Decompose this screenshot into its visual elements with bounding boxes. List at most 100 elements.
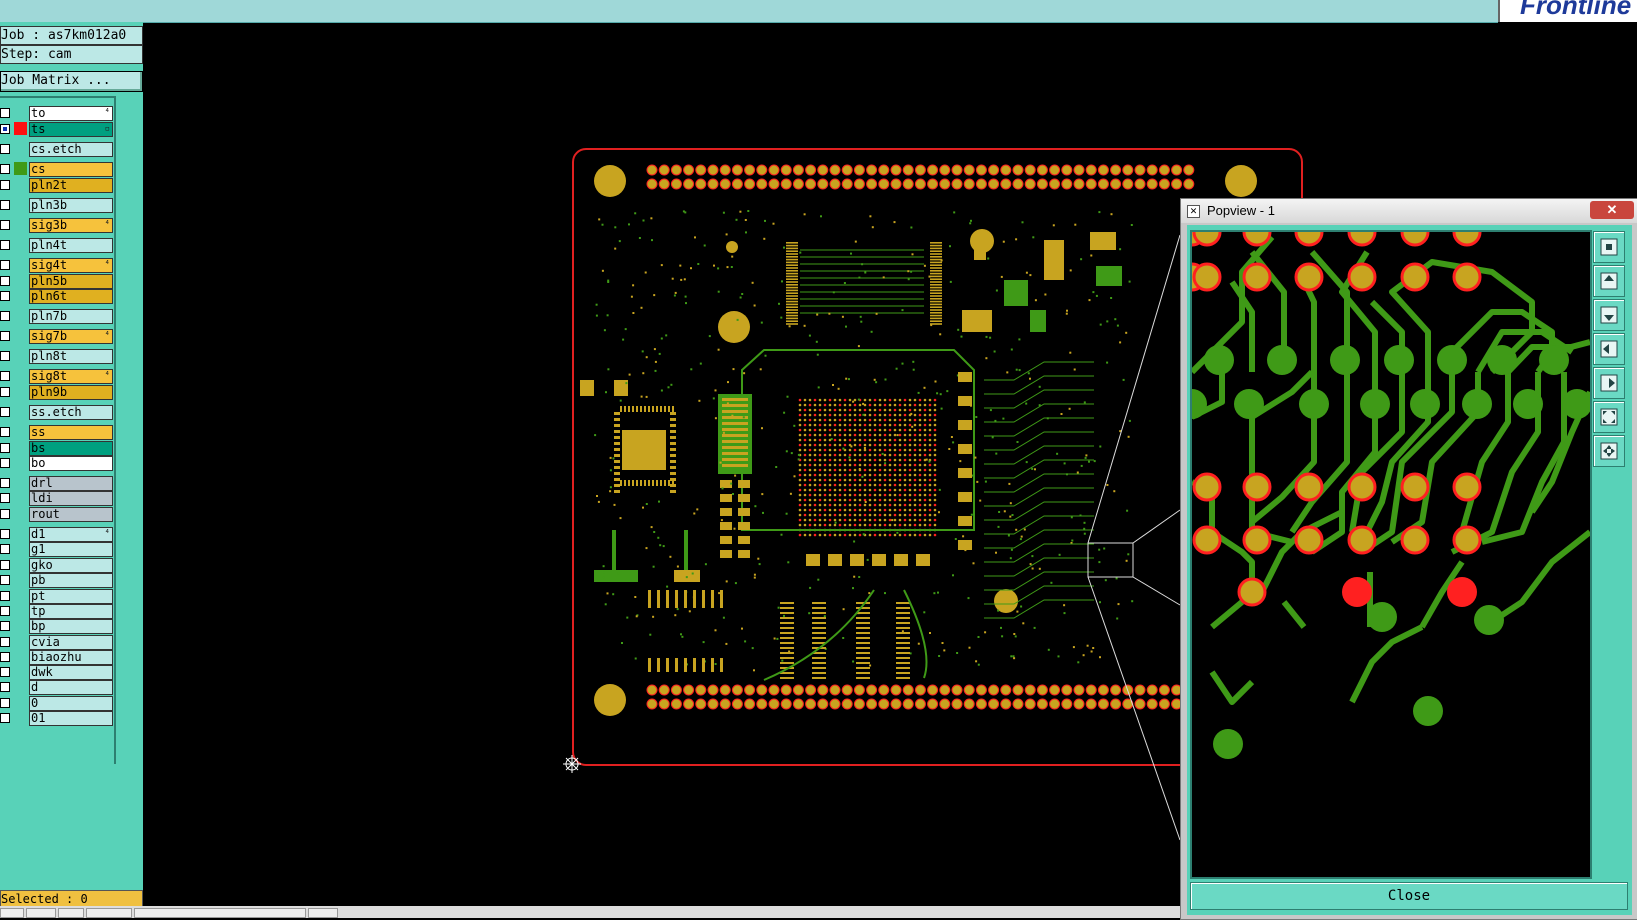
layer-checkbox[interactable] xyxy=(0,698,10,708)
layer-row[interactable]: gko xyxy=(0,558,114,573)
layer-row[interactable]: pln6t xyxy=(0,289,114,304)
layer-color-swatch[interactable] xyxy=(14,122,27,135)
layer-name[interactable]: pb xyxy=(29,573,113,588)
layer-name[interactable]: drl xyxy=(29,476,113,491)
layer-name[interactable]: bs xyxy=(29,441,113,456)
layer-name[interactable]: d1 ⁴ xyxy=(29,527,113,542)
layer-checkbox[interactable] xyxy=(0,621,10,631)
layer-checkbox[interactable] xyxy=(0,371,10,381)
layer-name[interactable]: d xyxy=(29,680,113,695)
layer-name[interactable]: rout xyxy=(29,507,113,522)
layer-row[interactable]: sig3b ⁴ xyxy=(0,218,114,233)
layer-checkbox[interactable] xyxy=(0,200,10,210)
layer-checkbox[interactable] xyxy=(0,291,10,301)
layer-row[interactable]: cs.etch xyxy=(0,142,114,157)
layer-checkbox[interactable] xyxy=(0,331,10,341)
layer-row[interactable]: pln4t xyxy=(0,238,114,253)
layer-row[interactable]: pb xyxy=(0,573,114,588)
layer-checkbox[interactable] xyxy=(0,108,10,118)
layer-row[interactable]: 01 xyxy=(0,711,114,726)
job-matrix-button[interactable]: Job Matrix ... xyxy=(0,71,143,92)
layer-checkbox[interactable] xyxy=(0,351,10,361)
layer-checkbox[interactable] xyxy=(0,240,10,250)
layer-checkbox[interactable] xyxy=(0,667,10,677)
layer-name[interactable]: ldi xyxy=(29,491,113,506)
layer-name[interactable]: pln8t xyxy=(29,349,113,364)
pan-up-button[interactable] xyxy=(1593,265,1625,297)
layer-checkbox[interactable] xyxy=(0,311,10,321)
layer-name[interactable]: pln5b xyxy=(29,274,113,289)
layer-row[interactable]: pln8t xyxy=(0,349,114,364)
layer-row[interactable]: sig4t ⁴ xyxy=(0,258,114,273)
layer-row[interactable]: drl xyxy=(0,476,114,491)
layer-name[interactable]: sig7b ⁴ xyxy=(29,329,113,344)
layer-checkbox[interactable] xyxy=(0,575,10,585)
layer-name[interactable]: g1 xyxy=(29,542,113,557)
layer-name[interactable]: sig8t ⁴ xyxy=(29,369,113,384)
layer-checkbox[interactable] xyxy=(0,560,10,570)
layer-checkbox[interactable] xyxy=(0,387,10,397)
zoom-fit-button[interactable] xyxy=(1593,231,1625,263)
layer-checkbox[interactable] xyxy=(0,682,10,692)
layer-checkbox[interactable] xyxy=(0,606,10,616)
layer-name[interactable]: cs xyxy=(29,162,113,177)
layer-checkbox[interactable] xyxy=(0,509,10,519)
layer-row[interactable]: tp xyxy=(0,604,114,619)
layer-name[interactable]: 01 xyxy=(29,711,113,726)
layer-name[interactable]: pln4t xyxy=(29,238,113,253)
layer-row[interactable]: g1 xyxy=(0,542,114,557)
popview-titlebar[interactable]: ✕ Popview - 1 ✕ xyxy=(1181,199,1637,223)
layer-row[interactable]: cvia xyxy=(0,635,114,650)
layer-name[interactable]: pt xyxy=(29,589,113,604)
layer-checkbox[interactable] xyxy=(0,276,10,286)
layer-name[interactable]: pln2t xyxy=(29,178,113,193)
popview-zoom-canvas[interactable] xyxy=(1190,230,1592,879)
layer-row[interactable]: sig8t ⁴ xyxy=(0,369,114,384)
layer-name[interactable]: gko xyxy=(29,558,113,573)
layer-row[interactable]: ss xyxy=(0,425,114,440)
layer-row[interactable]: pln3b xyxy=(0,198,114,213)
pan-right-button[interactable] xyxy=(1593,367,1625,399)
layer-name[interactable]: ts ▫ xyxy=(29,122,113,137)
pan-down-button[interactable] xyxy=(1593,299,1625,331)
layer-checkbox[interactable] xyxy=(0,443,10,453)
layer-row[interactable]: sig7b ⁴ xyxy=(0,329,114,344)
layer-checkbox[interactable] xyxy=(0,427,10,437)
layer-name[interactable]: biaozhu xyxy=(29,650,113,665)
layer-checkbox[interactable] xyxy=(0,260,10,270)
layer-row[interactable]: bs xyxy=(0,441,114,456)
layer-checkbox[interactable] xyxy=(0,478,10,488)
layer-name[interactable]: to ⁴ xyxy=(29,106,113,121)
layer-checkbox[interactable] xyxy=(0,458,10,468)
close-icon[interactable]: ✕ xyxy=(1590,201,1634,219)
layer-row[interactable]: d xyxy=(0,680,114,695)
layer-checkbox[interactable] xyxy=(0,124,10,134)
layer-checkbox[interactable] xyxy=(0,180,10,190)
layer-row[interactable]: biaozhu xyxy=(0,650,114,665)
layer-name[interactable]: pln7b xyxy=(29,309,113,324)
layer-row[interactable]: bp xyxy=(0,619,114,634)
layer-checkbox[interactable] xyxy=(0,529,10,539)
pan-left-button[interactable] xyxy=(1593,333,1625,365)
layer-name[interactable]: pln6t xyxy=(29,289,113,304)
layer-checkbox[interactable] xyxy=(0,713,10,723)
layer-name[interactable]: 0 xyxy=(29,696,113,711)
layer-row[interactable]: to ⁴ xyxy=(0,106,114,121)
layer-name[interactable]: sig4t ⁴ xyxy=(29,258,113,273)
layer-checkbox[interactable] xyxy=(0,637,10,647)
layer-name[interactable]: cvia xyxy=(29,635,113,650)
layer-name[interactable]: ss.etch xyxy=(29,405,113,420)
layer-row[interactable]: pln9b xyxy=(0,385,114,400)
layer-row[interactable]: dwk xyxy=(0,665,114,680)
close-button[interactable]: Close xyxy=(1190,882,1628,910)
layer-name[interactable]: bo xyxy=(29,456,113,471)
menu-bar[interactable] xyxy=(0,0,1498,23)
layer-checkbox[interactable] xyxy=(0,652,10,662)
layer-checkbox[interactable] xyxy=(0,164,10,174)
layer-color-swatch[interactable] xyxy=(14,162,27,175)
layer-row[interactable]: pln5b xyxy=(0,274,114,289)
layer-row[interactable]: pln7b xyxy=(0,309,114,324)
layer-name[interactable]: ss xyxy=(29,425,113,440)
layer-checkbox[interactable] xyxy=(0,220,10,230)
zoom-out-button[interactable] xyxy=(1593,435,1625,467)
